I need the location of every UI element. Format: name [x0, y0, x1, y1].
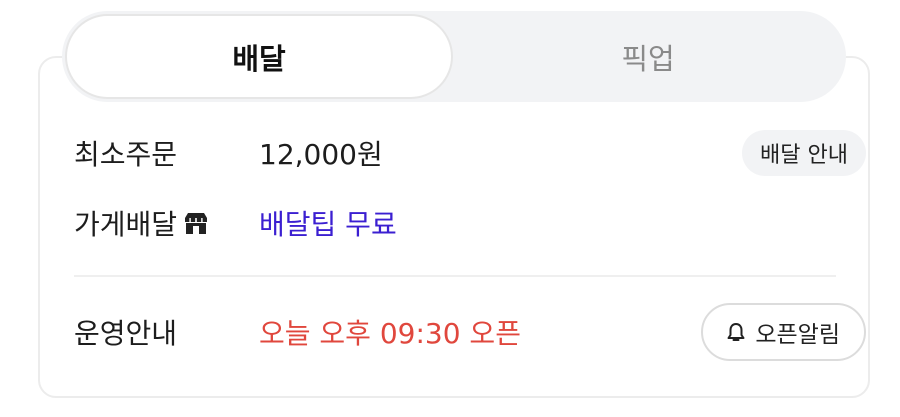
tab-delivery-label: 배달	[232, 41, 286, 76]
divider	[74, 275, 836, 277]
hours-label: 운영안내	[74, 317, 178, 350]
open-alert-label: 오픈알림	[755, 322, 840, 348]
store-delivery-label: 가게배달	[74, 208, 178, 241]
store-delivery-label-wrap: 가게배달	[74, 203, 259, 243]
tab-pickup[interactable]: 픽업	[453, 14, 843, 99]
delivery-fee-value: 배달팁 무료	[259, 208, 397, 241]
open-alert-button[interactable]: 오픈알림	[701, 303, 866, 361]
bell-icon	[725, 321, 747, 343]
delivery-guide-button[interactable]: 배달 안내	[742, 130, 866, 176]
order-type-tabs: 배달 픽업	[62, 11, 846, 102]
tab-delivery[interactable]: 배달	[65, 14, 453, 99]
delivery-info-panel: 배달 픽업 최소주문 12,000원 배달 안내 가게배달 배달팁 무료 운영안…	[0, 0, 900, 417]
min-order-value: 12,000원	[259, 138, 383, 171]
min-order-label: 최소주문	[74, 138, 178, 171]
store-delivery-row: 가게배달 배달팁 무료	[74, 198, 836, 248]
delivery-guide-label: 배달 안내	[760, 143, 848, 168]
tab-pickup-label: 픽업	[621, 41, 675, 76]
min-order-row: 최소주문 12,000원 배달 안내	[74, 128, 866, 178]
hours-row: 운영안내 오늘 오후 09:30 오픈 오픈알림	[74, 303, 866, 361]
store-icon	[183, 210, 209, 236]
hours-value: 오늘 오후 09:30 오픈	[259, 317, 521, 350]
